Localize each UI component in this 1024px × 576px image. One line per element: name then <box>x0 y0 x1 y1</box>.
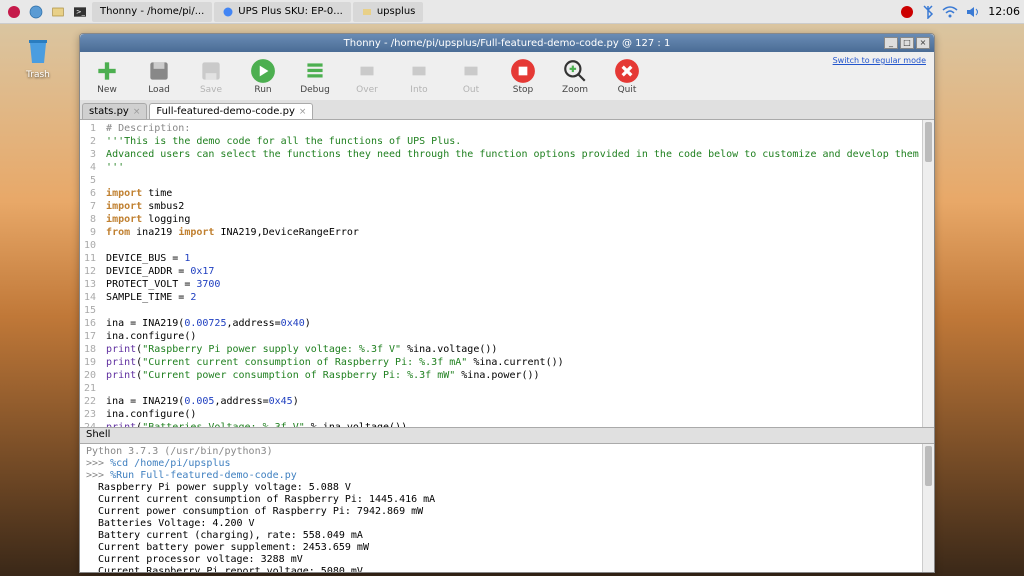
wifi-icon[interactable] <box>942 6 958 18</box>
quit-button[interactable]: Quit <box>608 58 646 95</box>
switch-mode-link[interactable]: Switch to regular mode <box>833 56 926 66</box>
minimize-button[interactable]: _ <box>884 37 898 49</box>
save-button: Save <box>192 58 230 95</box>
file-manager-icon[interactable] <box>48 2 68 22</box>
over-button: Over <box>348 58 386 95</box>
taskbar: >_ Thonny - /home/pi/... UPS Plus SKU: E… <box>0 0 1024 24</box>
code-editor[interactable]: 1 2 3 4 5 6 7 8 9 10 11 12 13 14 15 16 1… <box>80 120 934 428</box>
taskbar-app-folder[interactable]: upsplus <box>353 2 424 22</box>
shell-scrollbar[interactable] <box>922 444 934 572</box>
close-button[interactable]: × <box>916 37 930 49</box>
svg-text:>_: >_ <box>76 8 86 16</box>
web-browser-icon[interactable] <box>26 2 46 22</box>
shell-panel[interactable]: Python 3.7.3 (/usr/bin/python3) >>> %cd … <box>80 444 934 572</box>
terminal-icon[interactable]: >_ <box>70 2 90 22</box>
volume-icon[interactable] <box>966 6 980 18</box>
tab-demo-code[interactable]: Full-featured-demo-code.py× <box>149 103 313 119</box>
line-gutter: 1 2 3 4 5 6 7 8 9 10 11 12 13 14 15 16 1… <box>80 120 102 427</box>
new-button[interactable]: New <box>88 58 126 95</box>
maximize-button[interactable]: □ <box>900 37 914 49</box>
close-icon[interactable]: × <box>133 107 141 117</box>
trash-icon[interactable]: Trash <box>22 35 54 80</box>
editor-scrollbar[interactable] <box>922 120 934 427</box>
zoom-button[interactable]: Zoom <box>556 58 594 95</box>
raspberry-menu-icon[interactable] <box>4 2 24 22</box>
thonny-window: Thonny - /home/pi/upsplus/Full-featured-… <box>79 33 935 573</box>
load-button[interactable]: Load <box>140 58 178 95</box>
into-button: Into <box>400 58 438 95</box>
out-button: Out <box>452 58 490 95</box>
close-icon[interactable]: × <box>299 107 307 117</box>
clock: 12:06 <box>988 5 1020 18</box>
titlebar[interactable]: Thonny - /home/pi/upsplus/Full-featured-… <box>80 34 934 52</box>
code-content[interactable]: # Description: '''This is the demo code … <box>102 120 934 427</box>
run-button[interactable]: Run <box>244 58 282 95</box>
tab-stats[interactable]: stats.py× <box>82 103 147 119</box>
taskbar-app-thonny[interactable]: Thonny - /home/pi/... <box>92 2 212 22</box>
stop-button[interactable]: Stop <box>504 58 542 95</box>
record-icon[interactable] <box>900 5 914 19</box>
bluetooth-icon[interactable] <box>922 5 934 19</box>
toolbar: New Load Save Run Debug Over Into Out St… <box>80 52 934 100</box>
shell-label: Shell <box>80 428 934 444</box>
debug-button[interactable]: Debug <box>296 58 334 95</box>
editor-tabs: stats.py× Full-featured-demo-code.py× <box>80 100 934 120</box>
taskbar-app-browser[interactable]: UPS Plus SKU: EP-0... <box>214 2 351 22</box>
window-title: Thonny - /home/pi/upsplus/Full-featured-… <box>344 38 671 49</box>
